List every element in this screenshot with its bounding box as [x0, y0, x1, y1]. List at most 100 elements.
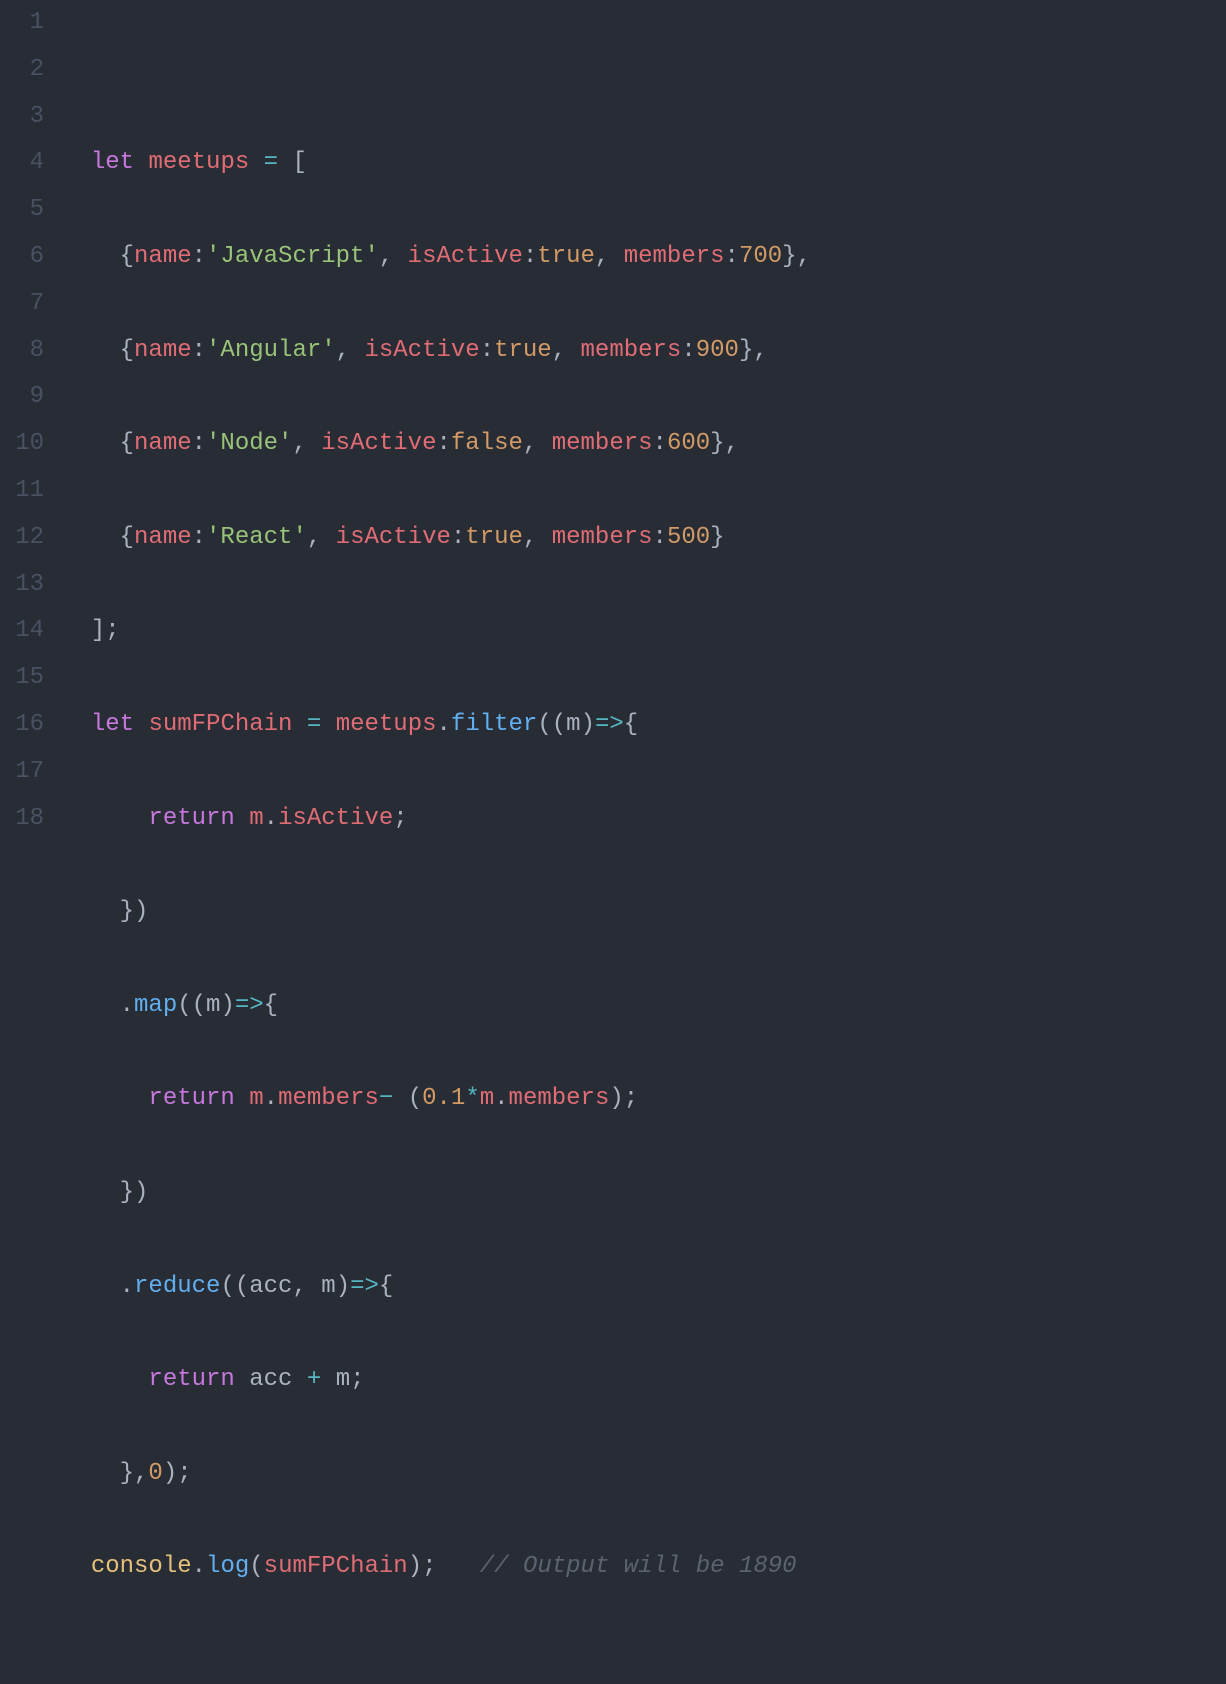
punct-lparen: ( [235, 1273, 249, 1300]
punct-lbrace: { [120, 337, 134, 364]
identifier: meetups [336, 711, 437, 738]
code-line[interactable]: return m.members− (0.1*m.members); [62, 1076, 1226, 1123]
line-number: 15 [0, 655, 44, 702]
code-line[interactable]: return m.isActive; [62, 796, 1226, 843]
punct-rparen: ) [581, 711, 595, 738]
boolean: true [494, 337, 552, 364]
line-number: 11 [0, 468, 44, 515]
code-line[interactable]: let sumFPChain = meetups.filter((m)=>{ [62, 702, 1226, 749]
method-filter: filter [451, 711, 537, 738]
line-number: 3 [0, 94, 44, 141]
code-content[interactable]: let meetups = [ {name:'JavaScript', isAc… [62, 0, 1226, 842]
code-line[interactable]: },0); [62, 1451, 1226, 1498]
boolean: true [465, 524, 523, 551]
punct-colon: : [653, 524, 667, 551]
identifier: m [480, 1085, 494, 1112]
keyword-let: let [91, 149, 134, 176]
punct-dot: . [264, 1085, 278, 1112]
punct-lbrace: { [120, 243, 134, 270]
punct-colon: : [192, 524, 206, 551]
number: 0.1 [422, 1085, 465, 1112]
punct-colon: : [523, 243, 537, 270]
code-line[interactable] [62, 1638, 1226, 1684]
code-line[interactable]: ]; [62, 608, 1226, 655]
punct-lparen: ( [249, 1553, 263, 1580]
punct-comma: , [523, 430, 537, 457]
punct-comma: , [797, 243, 811, 270]
code-line[interactable]: {name:'Angular', isActive:true, members:… [62, 328, 1226, 375]
punct-dot: . [264, 805, 278, 832]
punct-colon: : [436, 430, 450, 457]
punct-rbrace: } [120, 898, 134, 925]
punct-colon: : [681, 337, 695, 364]
punct-rparen: ) [134, 898, 148, 925]
keyword-let: let [91, 711, 134, 738]
punct-dot: . [120, 992, 134, 1019]
line-number: 5 [0, 187, 44, 234]
code-line[interactable]: {name:'JavaScript', isActive:true, membe… [62, 234, 1226, 281]
code-line[interactable]: {name:'Node', isActive:false, members:60… [62, 421, 1226, 468]
punct-colon: : [192, 337, 206, 364]
keyword-return: return [148, 1085, 234, 1112]
property: members [509, 1085, 610, 1112]
code-line[interactable] [62, 47, 1226, 94]
arrow: => [350, 1273, 379, 1300]
param: m [321, 1273, 335, 1300]
punct-lbrace: { [264, 992, 278, 1019]
line-number: 8 [0, 328, 44, 375]
punct-comma: , [523, 524, 537, 551]
line-number: 10 [0, 421, 44, 468]
identifier: m [249, 805, 263, 832]
punct-rbrack: ] [91, 617, 105, 644]
code-line[interactable]: .reduce((acc, m)=>{ [62, 1264, 1226, 1311]
code-line[interactable]: {name:'React', isActive:true, members:50… [62, 515, 1226, 562]
code-line[interactable]: let meetups = [ [62, 140, 1226, 187]
number: 500 [667, 524, 710, 551]
punct-rbrace: } [739, 337, 753, 364]
code-editor[interactable]: 1 2 3 4 5 6 7 8 9 10 11 12 13 14 15 16 1… [0, 0, 1226, 842]
operator-plus: + [307, 1366, 321, 1393]
punct-dot: . [120, 1273, 134, 1300]
code-line[interactable]: .map((m)=>{ [62, 983, 1226, 1030]
operator-minus: − [379, 1085, 393, 1112]
property: isActive [278, 805, 393, 832]
line-number: 7 [0, 281, 44, 328]
keyword-return: return [148, 1366, 234, 1393]
number: 0 [148, 1460, 162, 1487]
code-line[interactable]: }) [62, 889, 1226, 936]
number: 600 [667, 430, 710, 457]
property: isActive [336, 524, 451, 551]
line-number: 9 [0, 374, 44, 421]
number: 900 [696, 337, 739, 364]
property: isActive [364, 337, 479, 364]
property: members [278, 1085, 379, 1112]
punct-lbrace: { [624, 711, 638, 738]
code-line[interactable]: return acc + m; [62, 1357, 1226, 1404]
punct-comma: , [134, 1460, 148, 1487]
line-number-gutter: 1 2 3 4 5 6 7 8 9 10 11 12 13 14 15 16 1… [0, 0, 62, 842]
line-number: 14 [0, 608, 44, 655]
punct-rbrace: } [782, 243, 796, 270]
punct-dot: . [437, 711, 451, 738]
line-number: 16 [0, 702, 44, 749]
punct-lparen: ( [408, 1085, 422, 1112]
punct-rbrace: } [120, 1460, 134, 1487]
property: members [624, 243, 725, 270]
punct-lbrack: [ [292, 149, 306, 176]
punct-rparen: ) [220, 992, 234, 1019]
property: members [552, 524, 653, 551]
line-number: 18 [0, 796, 44, 843]
identifier: m [336, 1366, 350, 1393]
code-line[interactable]: console.log(sumFPChain); // Output will … [62, 1544, 1226, 1591]
code-line[interactable]: }) [62, 1170, 1226, 1217]
punct-rbrace: } [120, 1179, 134, 1206]
punct-semi: ; [105, 617, 119, 644]
punct-comma: , [336, 337, 350, 364]
punct-semi: ; [177, 1460, 191, 1487]
punct-rparen: ) [134, 1179, 148, 1206]
line-number: 2 [0, 47, 44, 94]
punct-comma: , [595, 243, 609, 270]
identifier: sumFPChain [148, 711, 292, 738]
object-console: console [91, 1553, 192, 1580]
punct-rbrace: } [710, 430, 724, 457]
